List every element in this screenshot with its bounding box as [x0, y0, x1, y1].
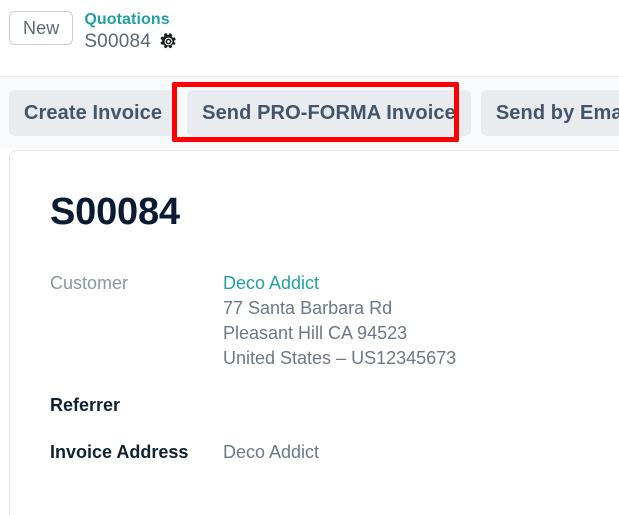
field-label-customer: Customer [50, 273, 129, 293]
send-pro-forma-invoice-button[interactable]: Send PRO-FORMA Invoice [187, 90, 471, 136]
breadcrumb-record-name: S00084 [84, 31, 152, 52]
new-button[interactable]: New [9, 11, 74, 45]
action-button-bar: Create Invoice Send PRO-FORMA Invoice Se… [0, 78, 619, 148]
control-panel: New Quotations S00084 [0, 0, 619, 77]
breadcrumb: Quotations S00084 [84, 11, 177, 51]
customer-address-line-1: 77 Santa Barbara Rd [223, 298, 393, 318]
gear-icon[interactable] [160, 33, 177, 50]
send-by-email-button[interactable]: Send by Email [480, 90, 619, 136]
form-sheet: S00084 Customer Deco Addict 77 Santa Bar… [9, 150, 619, 515]
field-row-customer: Customer Deco Addict 77 Santa Barbara Rd… [50, 271, 619, 371]
customer-link[interactable]: Deco Addict [223, 271, 456, 296]
field-label-invoice-address: Invoice Address [50, 442, 189, 462]
breadcrumb-record-line: S00084 [84, 32, 177, 51]
breadcrumb-item-quotations[interactable]: Quotations [84, 12, 177, 28]
field-row-invoice-address: Invoice Address Deco Addict [50, 440, 619, 465]
customer-address-line-2: Pleasant Hill CA 94523 [223, 323, 408, 343]
field-label-referrer: Referrer [50, 395, 121, 415]
page-title: S00084 [50, 191, 180, 233]
field-row-referrer: Referrer [50, 393, 619, 418]
field-value-customer: Deco Addict 77 Santa Barbara Rd Pleasant… [223, 271, 456, 371]
field-value-invoice-address[interactable]: Deco Addict [223, 440, 319, 465]
create-invoice-button[interactable]: Create Invoice [9, 90, 178, 136]
quotation-form-page: New Quotations S00084 Create Invoice Sen… [0, 0, 619, 515]
customer-address-line-3: United States – US12345673 [223, 348, 457, 368]
